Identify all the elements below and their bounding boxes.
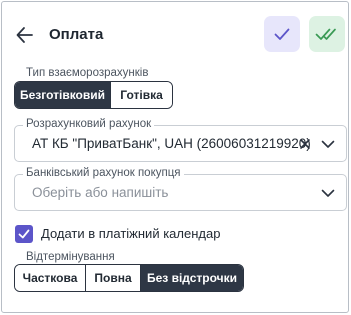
confirm-and-close-button[interactable]: [309, 16, 345, 52]
option-partial[interactable]: Часткова: [15, 265, 86, 291]
back-arrow-icon[interactable]: [14, 24, 36, 46]
payment-panel: Оплата Тип взаєморозрахунків Безготівков…: [1, 1, 349, 313]
option-cash[interactable]: Готівка: [111, 82, 172, 108]
clear-icon[interactable]: [298, 137, 312, 156]
payment-calendar-label[interactable]: Додати в платіжний календар: [41, 226, 220, 241]
option-no-deferral[interactable]: Без відстрочки: [141, 265, 243, 291]
chevron-down-icon[interactable]: [320, 186, 336, 205]
option-non-cash[interactable]: Безготівковий: [15, 82, 111, 108]
settlement-account-field[interactable]: Розрахунковий рахунок АТ КБ "ПриватБанк"…: [14, 118, 347, 162]
settlement-type-selector: Безготівковий Готівка: [14, 81, 173, 109]
settlement-account-label: Розрахунковий рахунок: [23, 118, 155, 130]
confirm-button[interactable]: [264, 16, 300, 52]
buyer-bank-account-field[interactable]: Банківський рахунок покупця Оберіть або …: [14, 167, 347, 211]
buyer-bank-account-label: Банківський рахунок покупця: [23, 167, 184, 179]
check-icon: [274, 28, 290, 40]
page-title: Оплата: [49, 26, 104, 43]
deferral-selector: Часткова Повна Без відстрочки: [14, 264, 244, 292]
option-full[interactable]: Повна: [86, 265, 141, 291]
checkbox-checked-icon: [18, 229, 30, 239]
chevron-down-icon[interactable]: [320, 137, 336, 156]
payment-calendar-checkbox[interactable]: [15, 225, 33, 243]
settlement-account-value: АТ КБ "ПриватБанк", UAH (26006031219920): [32, 136, 311, 151]
buyer-bank-account-placeholder: Оберіть або напишіть: [32, 185, 169, 200]
deferral-label: Відтермінування: [26, 251, 115, 263]
settlement-type-label: Тип взаєморозрахунків: [26, 67, 149, 79]
double-check-icon: [315, 28, 336, 40]
